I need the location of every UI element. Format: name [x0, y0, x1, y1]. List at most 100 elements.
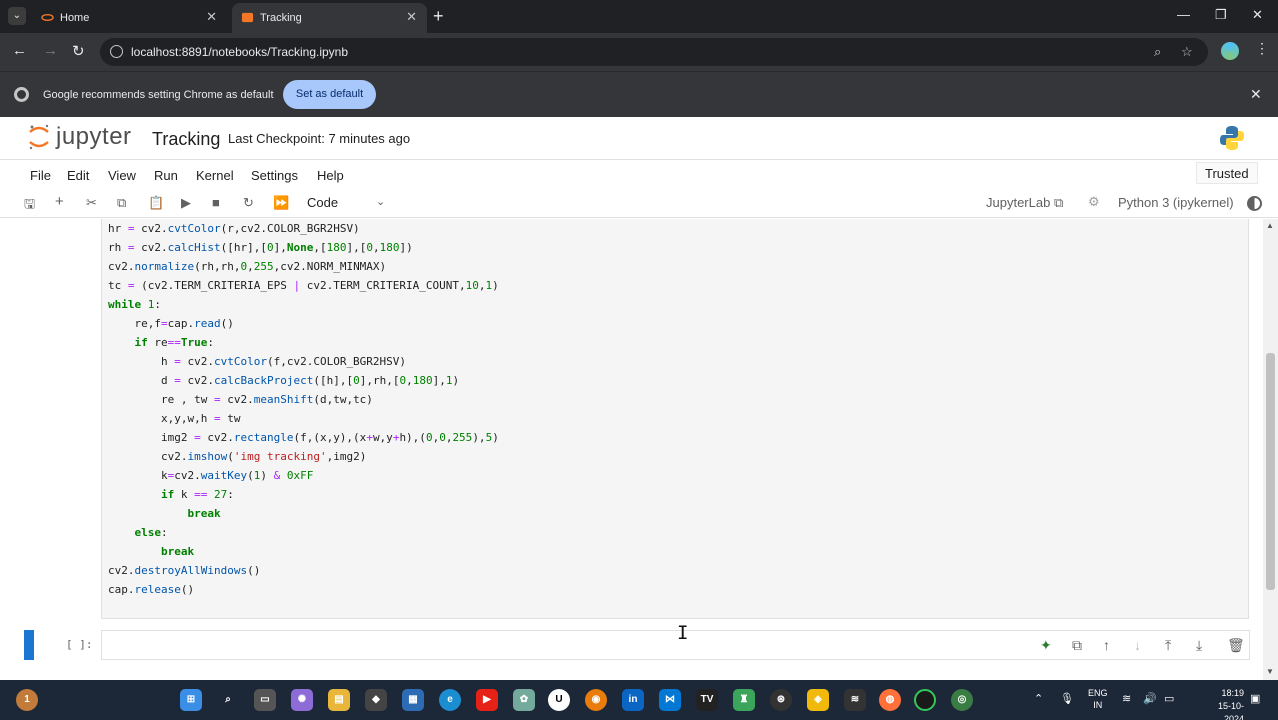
move-down-icon[interactable]: ↓ [1134, 637, 1141, 653]
close-tab-icon[interactable]: ✕ [206, 9, 217, 25]
bookmark-star-icon[interactable]: ☆ [1181, 44, 1193, 60]
chrome-taskbar-icon[interactable]: ◎ [951, 689, 973, 711]
store-icon[interactable]: ▦ [402, 689, 424, 711]
restart-kernel-icon[interactable]: ↻ [243, 195, 254, 211]
app-green-icon[interactable]: ♜ [733, 689, 755, 711]
taskbar-clock[interactable]: 18:19 15-10-2024 [1200, 687, 1244, 720]
scrollbar-thumb[interactable] [1266, 353, 1275, 590]
task-view-icon[interactable]: ▭ [254, 689, 276, 711]
ai-sparkle-icon[interactable]: ✦ [1040, 637, 1052, 654]
search-icon[interactable]: ⌕ [217, 689, 239, 711]
code-line[interactable]: while 1: [108, 295, 499, 314]
app-ring-icon[interactable] [914, 689, 936, 711]
jupyter-logo-icon[interactable] [28, 123, 50, 151]
code-line[interactable]: cv2.imshow('img tracking',img2) [108, 447, 499, 466]
weather-widget-icon[interactable]: 1 [16, 689, 38, 711]
kernel-name[interactable]: Python 3 (ipykernel) [1118, 195, 1234, 210]
trusted-indicator[interactable]: Trusted [1196, 162, 1258, 184]
empty-code-cell[interactable]: [ ]: ✦ ⧉ ↑ ↓ ⤒ ⤓ 🗑 [24, 630, 1250, 660]
code-editor[interactable]: hr = cv2.cvtColor(r,cv2.COLOR_BGR2HSV) rh… [108, 219, 499, 599]
restore-icon[interactable]: ❐ [1215, 7, 1227, 23]
paste-icon[interactable]: 📋 [148, 195, 164, 211]
microphone-icon[interactable]: 🎙 [1060, 692, 1074, 705]
code-line[interactable]: rh = cv2.calcHist([hr],[0],None,[180],[0… [108, 238, 499, 257]
tray-overflow-icon[interactable]: ⌃ [1034, 692, 1043, 705]
app-icon[interactable]: ◆ [365, 689, 387, 711]
code-line[interactable]: hr = cv2.cvtColor(r,cv2.COLOR_BGR2HSV) [108, 219, 499, 238]
cell-type-select[interactable]: Code [307, 195, 338, 210]
cut-icon[interactable]: ✂ [86, 195, 97, 211]
minimize-icon[interactable]: — [1177, 7, 1190, 22]
menu-help[interactable]: Help [317, 168, 344, 183]
insert-below-icon[interactable]: ⤓ [1196, 637, 1202, 654]
notification-icon[interactable]: ▣ [1250, 692, 1260, 705]
edge-icon[interactable]: e [439, 689, 461, 711]
start-icon[interactable]: ⊞ [180, 689, 202, 711]
scroll-down-icon[interactable]: ▼ [1266, 667, 1274, 676]
battery-icon[interactable]: ▭ [1164, 692, 1174, 705]
menu-file[interactable]: File [30, 168, 51, 183]
kernel-settings-icon[interactable]: ⚙ [1088, 194, 1100, 210]
code-line[interactable]: if re==True: [108, 333, 499, 352]
move-up-icon[interactable]: ↑ [1103, 637, 1110, 653]
address-bar[interactable]: localhost:8891/notebooks/Tracking.ipynb … [100, 38, 1208, 66]
openai-icon[interactable]: ⊛ [770, 689, 792, 711]
code-line[interactable]: d = cv2.calcBackProject([h],[0],rh,[0,18… [108, 371, 499, 390]
tab-tracking[interactable]: Tracking ✕ [232, 3, 427, 33]
window-close-icon[interactable]: ✕ [1252, 7, 1263, 23]
code-line[interactable]: cv2.destroyAllWindows() [108, 561, 499, 580]
wifi-icon[interactable]: ≋ [1122, 692, 1131, 705]
firefox-icon[interactable]: ◍ [879, 689, 901, 711]
url-text[interactable]: localhost:8891/notebooks/Tracking.ipynb [131, 45, 348, 59]
save-icon[interactable]: 🖫 [24, 195, 35, 217]
blender-icon[interactable]: ◉ [585, 689, 607, 711]
restart-run-all-icon[interactable]: ⏩ [273, 195, 289, 211]
scroll-up-icon[interactable]: ▲ [1266, 221, 1274, 230]
reload-icon[interactable]: ↻ [72, 42, 85, 60]
menu-settings[interactable]: Settings [251, 168, 298, 183]
profile-avatar[interactable] [1221, 42, 1239, 60]
copilot-icon[interactable]: ✺ [291, 689, 313, 711]
chatgpt-icon[interactable]: ✿ [513, 689, 535, 711]
close-infobar-icon[interactable]: ✕ [1250, 86, 1262, 103]
set-as-default-button[interactable]: Set as default [283, 80, 376, 109]
file-explorer-icon[interactable]: ▤ [328, 689, 350, 711]
menu-view[interactable]: View [108, 168, 136, 183]
chrome-menu-icon[interactable]: ⋮ [1255, 40, 1269, 57]
code-line[interactable]: break [108, 542, 499, 561]
duplicate-cell-icon[interactable]: ⧉ [1072, 637, 1082, 654]
code-line[interactable]: cv2.normalize(rh,rh,0,255,cv2.NORM_MINMA… [108, 257, 499, 276]
volume-icon[interactable]: 🔊 [1143, 692, 1157, 705]
chevron-down-icon[interactable]: ⌄ [376, 195, 385, 208]
insert-cell-icon[interactable]: + [55, 193, 64, 210]
code-line[interactable]: h = cv2.cvtColor(f,cv2.COLOR_BGR2HSV) [108, 352, 499, 371]
binance-icon[interactable]: ◈ [807, 689, 829, 711]
stop-icon[interactable]: ■ [212, 195, 220, 210]
code-line[interactable]: else: [108, 523, 499, 542]
delete-cell-icon[interactable]: 🗑 [1227, 637, 1245, 654]
youtube-icon[interactable]: ▶ [476, 689, 498, 711]
tradingview-icon[interactable]: TV [696, 689, 718, 711]
menu-edit[interactable]: Edit [67, 168, 89, 183]
insert-above-icon[interactable]: ⤒ [1165, 637, 1171, 654]
menu-run[interactable]: Run [154, 168, 178, 183]
code-line[interactable]: k=cv2.waitKey(1) & 0xFF [108, 466, 499, 485]
code-line[interactable]: cap.release() [108, 580, 499, 599]
close-tab-icon[interactable]: ✕ [406, 9, 417, 25]
run-icon[interactable]: ▶ [181, 195, 191, 211]
new-tab-icon[interactable]: + [433, 6, 444, 27]
linkedin-icon[interactable]: in [622, 689, 644, 711]
notebook-title[interactable]: Tracking [152, 129, 220, 150]
code-line[interactable]: img2 = cv2.rectangle(f,(x,y),(x+w,y+h),(… [108, 428, 499, 447]
menu-kernel[interactable]: Kernel [196, 168, 234, 183]
app-u-icon[interactable]: U [548, 689, 570, 711]
copy-icon[interactable]: ⧉ [117, 195, 126, 211]
vertical-scrollbar[interactable]: ▲ ▼ [1263, 219, 1278, 680]
vscode-icon[interactable]: ⋈ [659, 689, 681, 711]
jupyterlab-link[interactable]: JupyterLab ⧉ [986, 195, 1063, 211]
app-dark-icon[interactable]: ≋ [844, 689, 866, 711]
code-line[interactable]: x,y,w,h = tw [108, 409, 499, 428]
zoom-icon[interactable]: ⌕ [1154, 44, 1161, 60]
language-indicator[interactable]: ENG IN [1088, 687, 1108, 711]
code-line[interactable]: break [108, 504, 499, 523]
